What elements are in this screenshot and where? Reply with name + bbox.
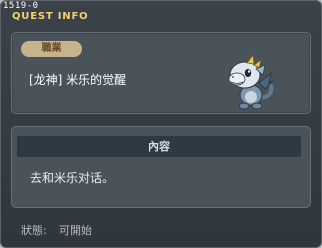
job-badge: 職業 bbox=[21, 41, 82, 57]
quest-info-window: 1519-0 QUEST INFO 職業 [龙神] 米乐的觉醒 內容 去和米乐对… bbox=[0, 0, 322, 248]
quest-id: 1519-0 bbox=[3, 1, 39, 11]
quest-header-panel: 職業 [龙神] 米乐的觉醒 bbox=[11, 32, 311, 114]
baby-dragon-icon bbox=[228, 53, 274, 110]
status-label: 狀態: bbox=[21, 224, 47, 237]
status-value: 可開始 bbox=[59, 224, 92, 237]
content-text: 去和米乐对话。 bbox=[30, 171, 115, 185]
quest-name: [龙神] 米乐的觉醒 bbox=[29, 73, 127, 87]
quest-content-panel: 內容 去和米乐对话。 bbox=[11, 126, 311, 208]
content-header: 內容 bbox=[17, 136, 301, 157]
window-title: QUEST INFO bbox=[12, 11, 89, 22]
